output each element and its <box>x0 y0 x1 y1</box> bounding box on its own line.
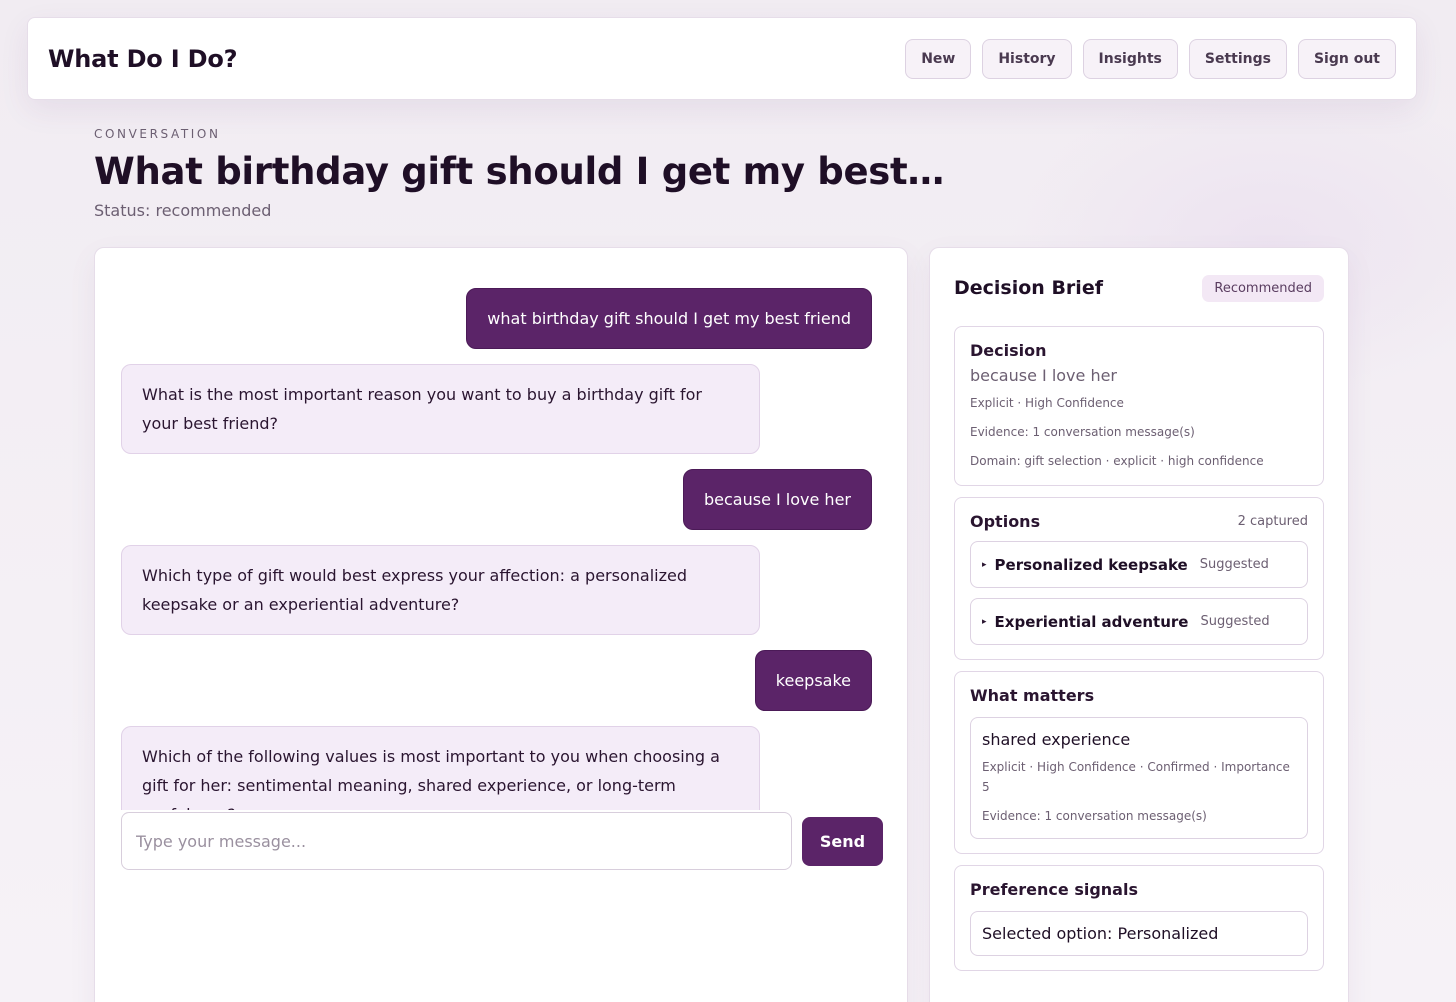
caret-right-icon: ▸ <box>982 616 987 627</box>
what-matters-card: What matters shared experience Explicit … <box>954 671 1324 854</box>
decision-value: because I love her <box>970 366 1118 385</box>
what-matters-evidence: Evidence: 1 conversation message(s) <box>982 809 1207 823</box>
history-button[interactable]: History <box>982 38 1072 79</box>
user-message: what birthday gift should I get my best … <box>466 288 872 349</box>
brief-title: Decision Brief <box>954 277 1103 299</box>
decision-brief-panel: Decision Brief Recommended Decision beca… <box>929 247 1349 1002</box>
options-count: 2 captured <box>1237 514 1308 529</box>
send-button[interactable]: Send <box>802 816 883 866</box>
user-message: keepsake <box>754 650 872 711</box>
sign-out-button[interactable]: Sign out <box>1297 38 1396 79</box>
preference-signal-text: Selected option: Personalized <box>982 924 1219 943</box>
decision-card: Decision because I love her Explicit · H… <box>954 326 1324 486</box>
preference-signals-card: Preference signals Selected option: Pers… <box>954 865 1324 971</box>
option-tag: Suggested <box>1200 614 1270 629</box>
status-text: Status: recommended <box>94 201 272 220</box>
message-input[interactable] <box>121 812 792 870</box>
top-bar: What Do I Do? New History Insights Setti… <box>27 17 1417 100</box>
assistant-message: Which of the following values is most im… <box>121 726 760 810</box>
option-name: Personalized keepsake <box>994 555 1188 574</box>
options-heading: Options <box>970 512 1041 531</box>
decision-meta: Explicit · High Confidence <box>970 396 1124 410</box>
option-item[interactable]: ▸ Experiential adventure Suggested <box>970 598 1308 645</box>
caret-right-icon: ▸ <box>982 559 987 570</box>
insights-button[interactable]: Insights <box>1082 38 1178 79</box>
message-composer: Send <box>121 812 883 870</box>
brief-header: Decision Brief Recommended <box>954 248 1324 326</box>
decision-domain: Domain: gift selection · explicit · high… <box>970 454 1264 468</box>
new-button[interactable]: New <box>905 38 972 79</box>
preference-signal-item: Selected option: Personalized <box>970 911 1308 956</box>
settings-button[interactable]: Settings <box>1188 38 1287 79</box>
section-eyebrow: CONVERSATION <box>94 127 221 141</box>
status-badge: Recommended <box>1202 274 1324 302</box>
what-matters-meta: Explicit · High Confidence · Confirmed ·… <box>982 760 1290 794</box>
decision-evidence: Evidence: 1 conversation message(s) <box>970 425 1195 439</box>
option-tag: Suggested <box>1199 557 1269 572</box>
preference-signals-heading: Preference signals <box>970 880 1138 899</box>
app-brand[interactable]: What Do I Do? <box>48 45 238 73</box>
decision-heading: Decision <box>970 341 1047 360</box>
option-item[interactable]: ▸ Personalized keepsake Suggested <box>970 541 1308 588</box>
what-matters-item: shared experience Explicit · High Confid… <box>970 717 1308 839</box>
message-list[interactable]: what birthday gift should I get my best … <box>95 248 907 810</box>
assistant-message: What is the most important reason you wa… <box>121 364 760 454</box>
top-nav: New History Insights Settings Sign out <box>905 38 1396 79</box>
options-card: Options 2 captured ▸ Personalized keepsa… <box>954 497 1324 660</box>
assistant-message: Which type of gift would best express yo… <box>121 545 760 635</box>
what-matters-heading: What matters <box>970 686 1095 705</box>
page-title: What birthday gift should I get my best… <box>94 150 945 193</box>
what-matters-title: shared experience <box>982 730 1131 749</box>
chat-panel: what birthday gift should I get my best … <box>94 247 908 1002</box>
option-name: Experiential adventure <box>994 612 1189 631</box>
user-message: because I love her <box>682 469 872 530</box>
